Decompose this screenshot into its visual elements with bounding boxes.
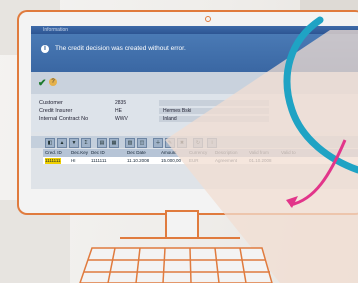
- form-value-insurer: HE: [115, 108, 122, 114]
- toolbar-info-icon[interactable]: i: [207, 138, 217, 148]
- form-field-customer[interactable]: [159, 100, 269, 106]
- toolbar-sort-icon[interactable]: ▲: [57, 138, 67, 148]
- col-dec-id[interactable]: Dec ID: [91, 150, 105, 155]
- table-row[interactable]: 1111111 HI 1111111 11.10.2008 15.000,00 …: [43, 157, 358, 164]
- toolbar-detail-icon[interactable]: ◫: [137, 138, 147, 148]
- col-description[interactable]: Description: [215, 150, 238, 155]
- form-field-insurer-text: Hermes Bski: [163, 108, 192, 114]
- cell-cred-id: 1111111: [45, 158, 61, 163]
- dialog-footer: ✔ ?: [31, 72, 358, 94]
- confirm-check-icon[interactable]: ✔: [38, 78, 46, 89]
- toolbar-filter-icon[interactable]: ▼: [69, 138, 79, 148]
- help-icon[interactable]: ?: [49, 78, 57, 86]
- cell-currency: EUR: [189, 158, 199, 163]
- dialog-message: The credit decision was created without …: [55, 45, 186, 52]
- toolbar-select-icon[interactable]: ◧: [45, 138, 55, 148]
- col-currency[interactable]: Currency: [189, 150, 207, 155]
- info-dialog: Information i The credit decision was cr…: [31, 26, 358, 94]
- col-valid-from[interactable]: Valid from: [249, 150, 269, 155]
- toolbar-sum-icon[interactable]: Σ: [81, 138, 91, 148]
- camera-icon: [205, 16, 211, 22]
- cell-amount: 15.000,00: [161, 158, 182, 163]
- info-icon: i: [41, 45, 49, 53]
- cell-dec-date: 11.10.2008: [127, 158, 150, 163]
- monitor-stand: [165, 210, 199, 239]
- form-label-insurer: Credit Insurer: [39, 108, 73, 114]
- table-header: Cred. ID Dec.Key Dec ID Dec Date Amount …: [43, 149, 358, 157]
- form-label-contract: Internal Contract No: [39, 116, 89, 122]
- keyboard-icon: [79, 247, 273, 283]
- table-toolbar: ◧ ▲ ▼ Σ ▤ ▦ ▥ ◫ ＋ ✎ ✖ ↻ i: [31, 136, 358, 148]
- col-dec-date[interactable]: Dec Date: [127, 150, 146, 155]
- dialog-body: i The credit decision was created withou…: [31, 34, 358, 72]
- cell-dec-id: 1111111: [91, 158, 107, 163]
- toolbar-layout-icon[interactable]: ▥: [125, 138, 135, 148]
- col-amount[interactable]: Amount: [161, 150, 177, 155]
- form-value-customer: 2835: [115, 100, 127, 106]
- col-valid-to[interactable]: Valid to: [281, 150, 296, 155]
- app-screen: Information i The credit decision was cr…: [31, 26, 358, 189]
- toolbar-create-icon[interactable]: ＋: [153, 138, 163, 148]
- dialog-title: Information: [31, 26, 358, 34]
- form-value-contract: WWV: [115, 116, 128, 122]
- toolbar-refresh-icon[interactable]: ↻: [193, 138, 203, 148]
- form-label-customer: Customer: [39, 100, 63, 106]
- toolbar-change-icon[interactable]: ✎: [165, 138, 175, 148]
- col-dec-key[interactable]: Dec.Key: [71, 150, 88, 155]
- credit-form: Customer 2835 Credit Insurer HE Hermes B…: [31, 94, 358, 132]
- cell-valid-from: 01.10.2008: [249, 158, 272, 163]
- col-cred-id[interactable]: Cred. ID: [45, 150, 62, 155]
- form-field-contract-text: Inland: [163, 116, 177, 122]
- toolbar-print-icon[interactable]: ▤: [97, 138, 107, 148]
- cell-description: Agreement: [215, 158, 238, 163]
- toolbar-export-icon[interactable]: ▦: [109, 138, 119, 148]
- cell-dec-key: HI: [71, 158, 76, 163]
- toolbar-delete-icon[interactable]: ✖: [177, 138, 187, 148]
